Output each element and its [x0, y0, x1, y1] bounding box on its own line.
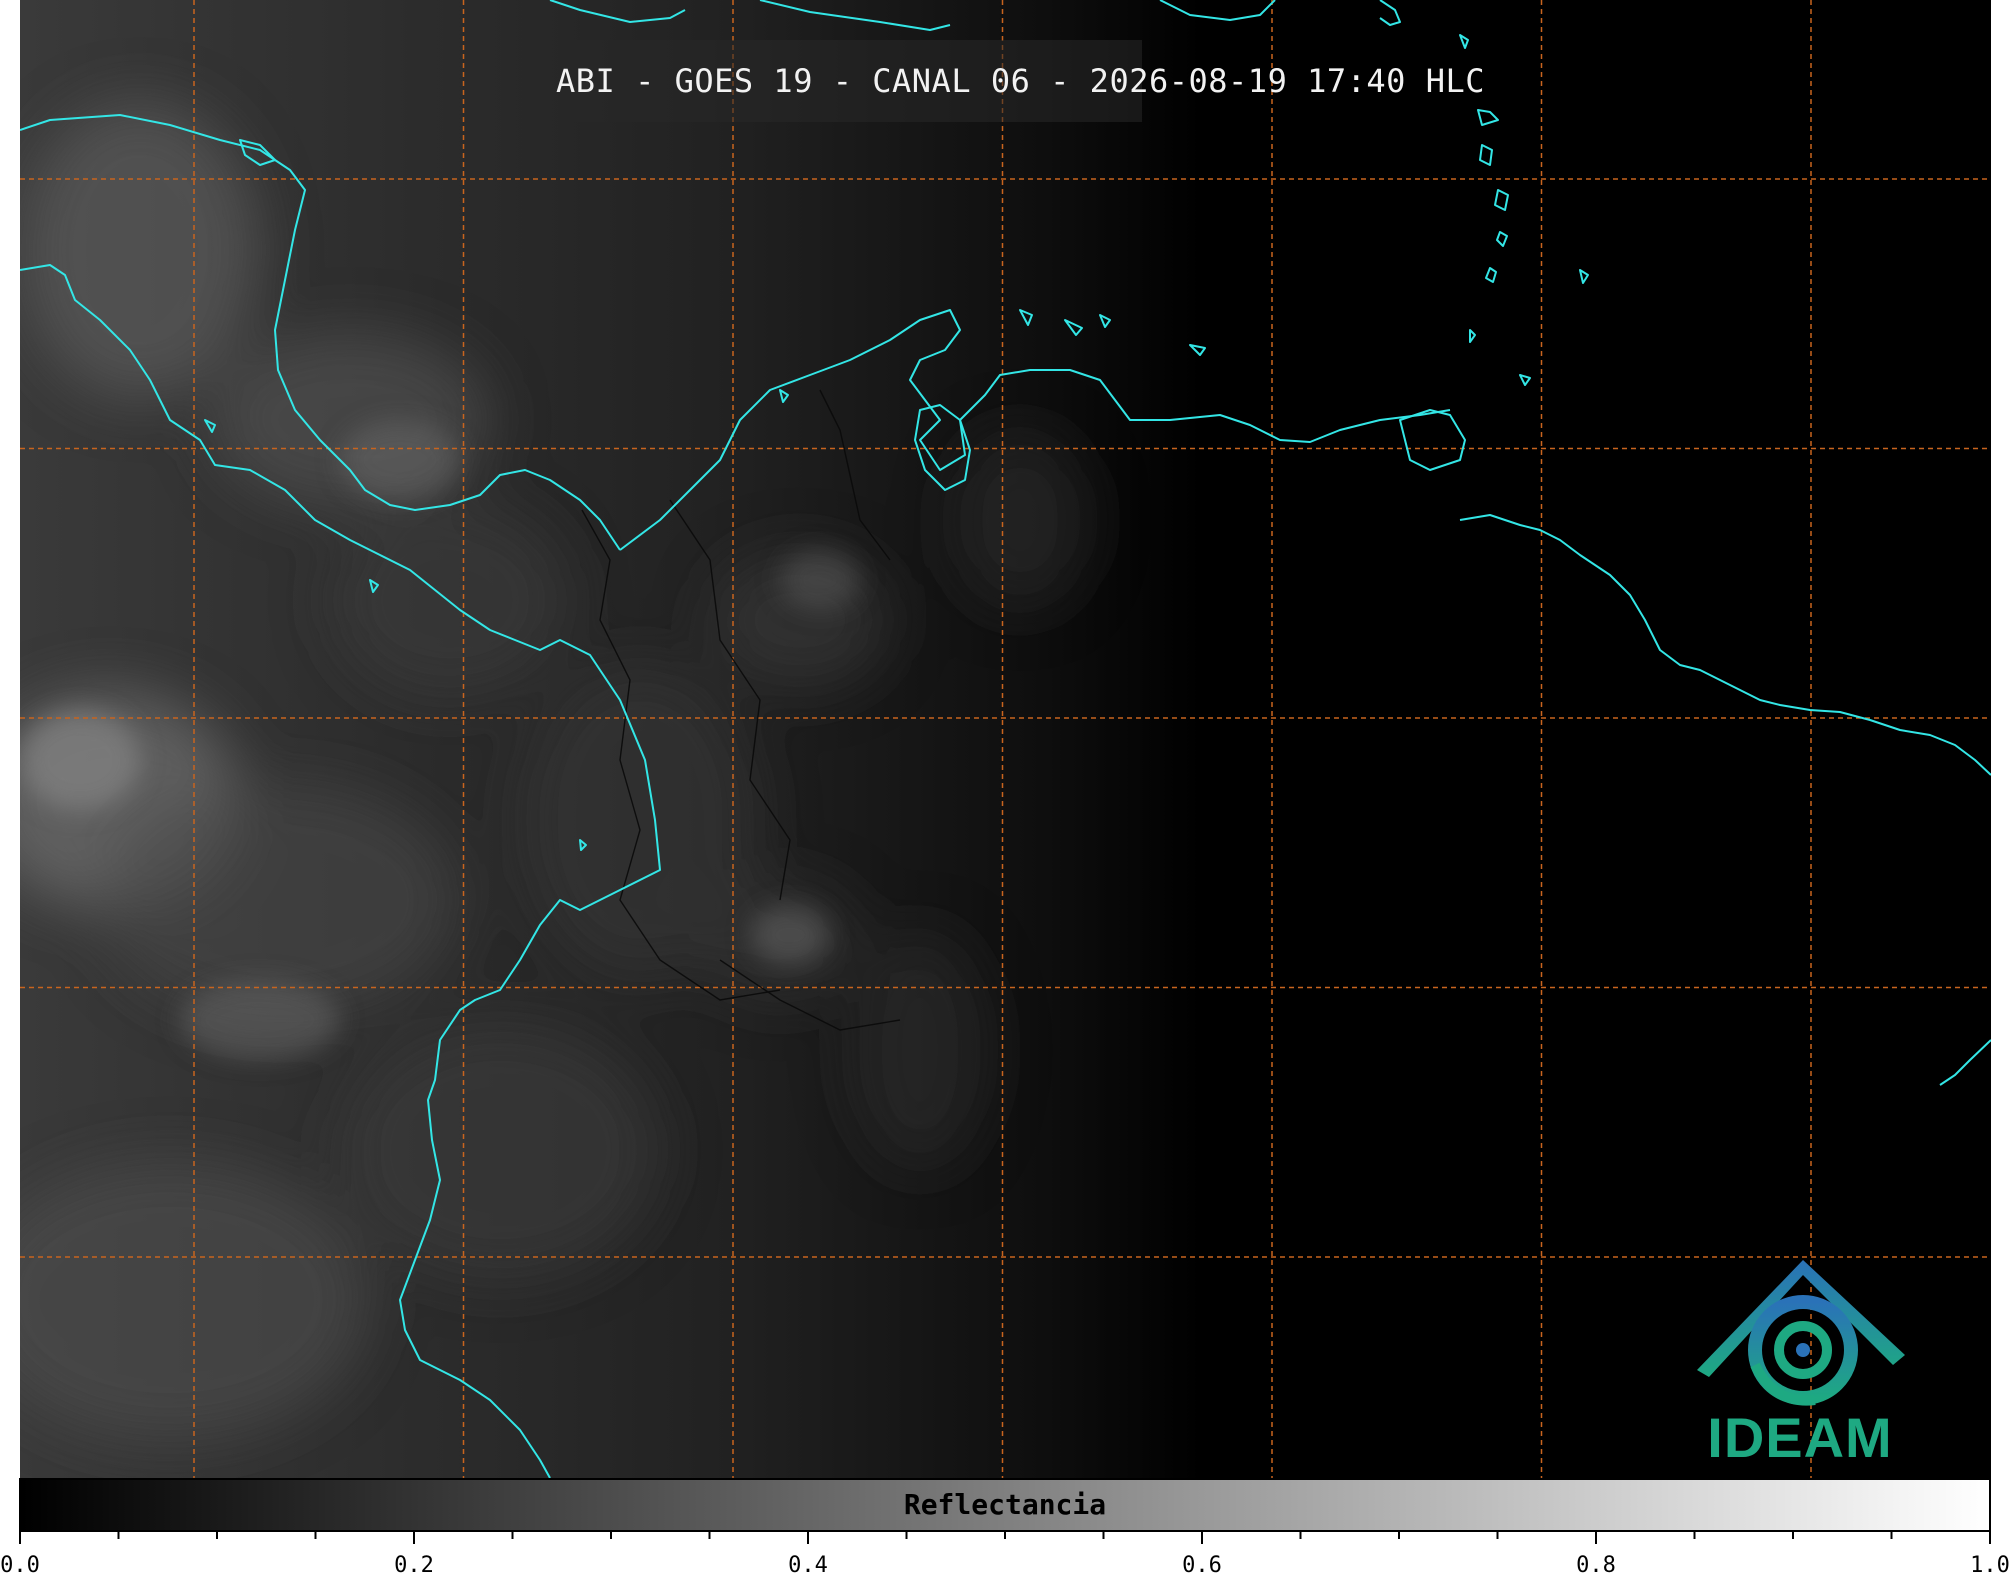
ideam-mountain-swirl-icon: [1697, 1260, 1905, 1406]
colorbar-tick-label: 0.4: [788, 1553, 828, 1578]
colorbar-label: Reflectancia: [903, 1488, 1107, 1521]
colorbar-tick-label: 0.0: [0, 1553, 40, 1578]
title-box: ABI - GOES 19 - CANAL 06 - 2026-08-19 17…: [556, 40, 1485, 122]
colorbar-tick-label: 0.2: [394, 1553, 434, 1578]
colorbar-tick-label: 0.6: [1182, 1553, 1222, 1578]
map-title: ABI - GOES 19 - CANAL 06 - 2026-08-19 17…: [556, 62, 1485, 100]
colorbar-tick-label: 0.8: [1576, 1553, 1616, 1578]
colorbar: Reflectancia: [19, 1478, 1991, 1532]
satellite-map: ABI - GOES 19 - CANAL 06 - 2026-08-19 17…: [20, 0, 1991, 1478]
ideam-logo-text: IDEAM: [1707, 1406, 1893, 1469]
ideam-logo: IDEAM: [1685, 1255, 1915, 1475]
colorbar-tick-label: 1.0: [1970, 1553, 2010, 1578]
